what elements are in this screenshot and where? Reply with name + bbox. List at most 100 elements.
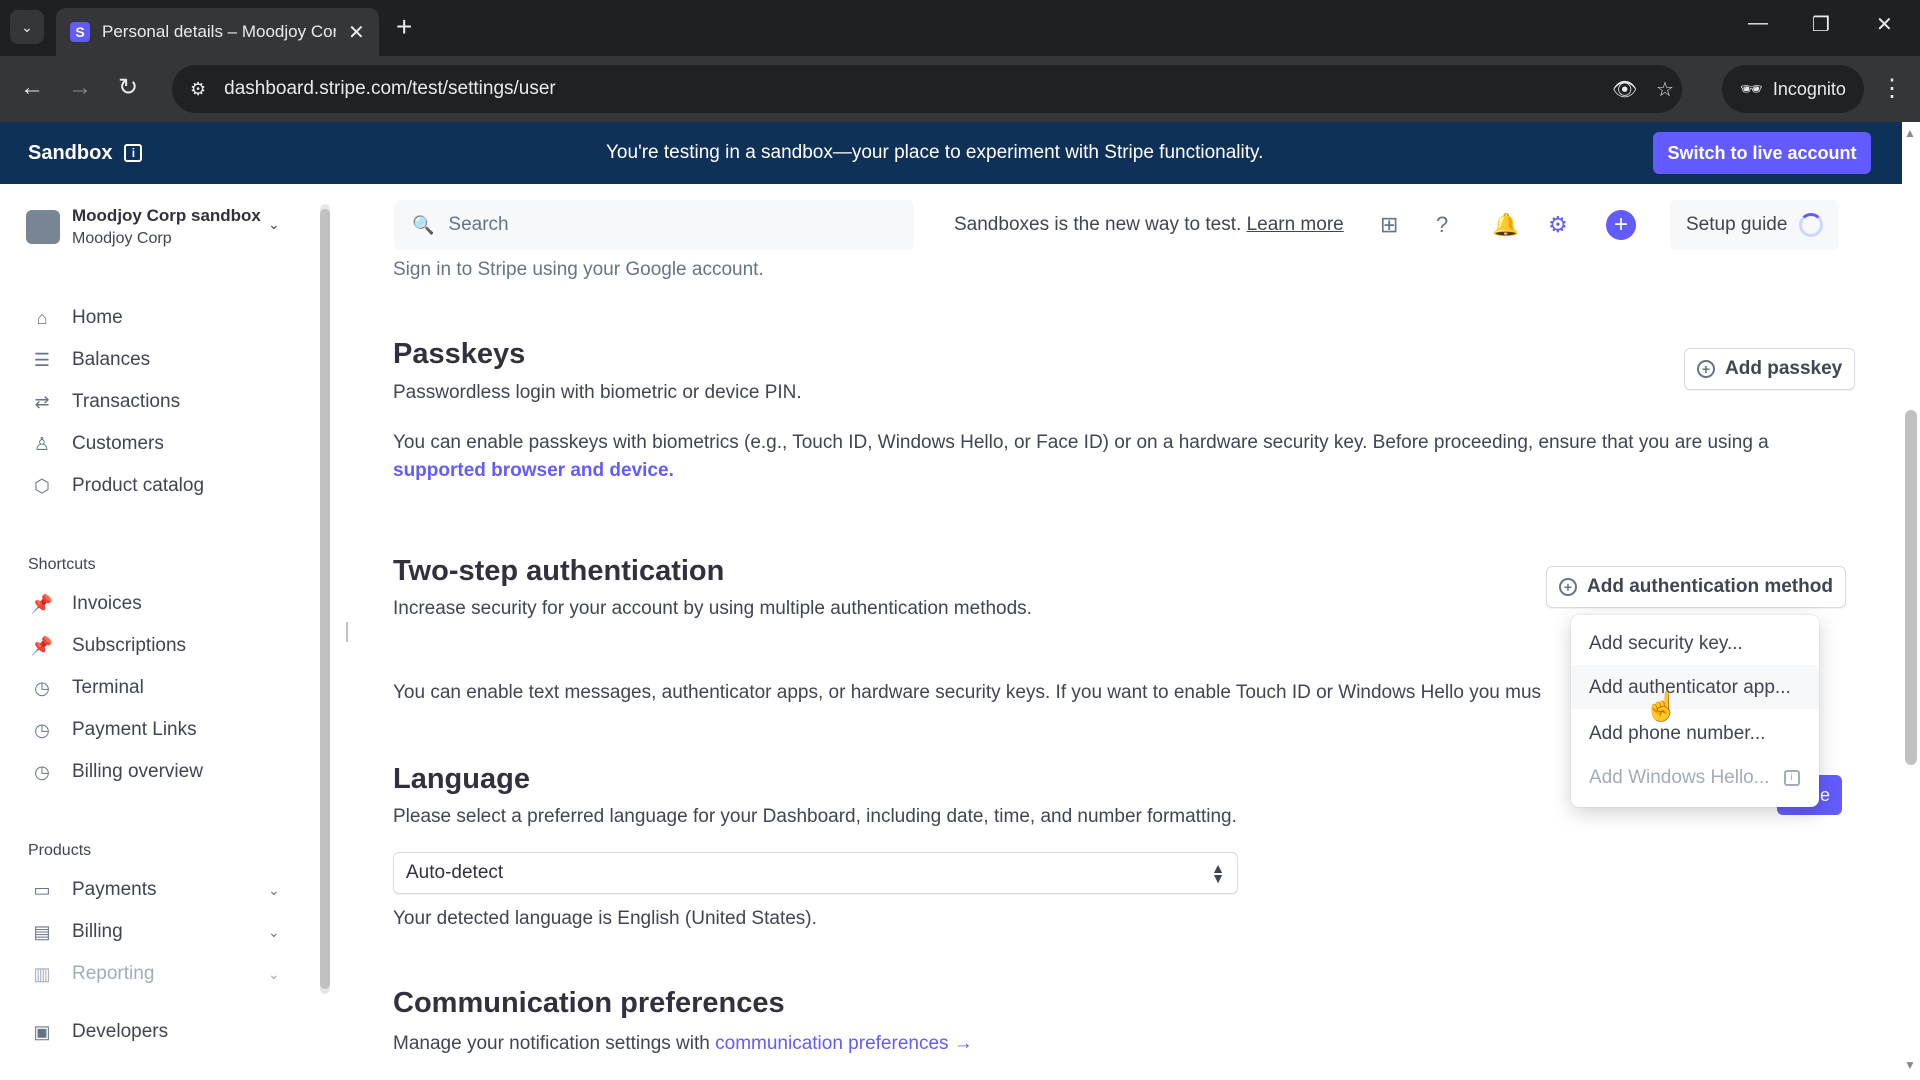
- menu-item-add-security-key[interactable]: Add security key...: [1589, 633, 1743, 655]
- billing-icon: ▤: [33, 921, 51, 942]
- apps-icon[interactable]: ⊞: [1380, 212, 1398, 238]
- info-icon[interactable]: i: [124, 144, 143, 162]
- sidebar-item-developers[interactable]: ▣ Developers: [30, 1018, 168, 1046]
- tab-title: Personal details – Moodjoy Cor: [102, 22, 336, 41]
- communication-text-label: Manage your notification settings with: [393, 1033, 710, 1054]
- back-icon[interactable]: ←: [20, 74, 44, 102]
- add-authentication-method-button[interactable]: + Add authentication method: [1546, 566, 1846, 608]
- scroll-up-icon[interactable]: ▲: [1904, 126, 1916, 140]
- site-info-icon[interactable]: ⚙: [190, 79, 206, 100]
- sidebar-item-label: Billing: [72, 921, 123, 942]
- chevron-down-icon[interactable]: ⌄: [268, 216, 280, 233]
- account-subtitle: Moodjoy Corp: [72, 230, 172, 247]
- products-label: Products: [28, 842, 92, 859]
- sandbox-title: Sandbox i: [28, 142, 143, 165]
- menu-item-add-authenticator-app[interactable]: Add authenticator app...: [1589, 677, 1791, 699]
- plus-circle-icon: +: [1697, 360, 1715, 378]
- sidebar-item-label: Invoices: [72, 593, 142, 614]
- star-icon[interactable]: ☆: [1656, 65, 1674, 113]
- payments-icon: ▭: [33, 879, 51, 900]
- add-passkey-button[interactable]: + Add passkey: [1684, 348, 1856, 390]
- auth-method-menu: Add security key... Add authenticator ap…: [1571, 615, 1819, 807]
- address-bar[interactable]: ⚙ dashboard.stripe.com/test/settings/use…: [172, 65, 1682, 113]
- sidebar-item-product-catalog[interactable]: ⬡ Product catalog: [30, 472, 204, 500]
- setup-guide-button[interactable]: Setup guide: [1670, 200, 1840, 250]
- tab-search-button[interactable]: ⌄: [10, 10, 44, 44]
- browser-tab[interactable]: S Personal details – Moodjoy Cor ✕: [56, 8, 379, 56]
- chevron-down-icon[interactable]: ⌄: [268, 924, 280, 941]
- bell-icon[interactable]: 🔔: [1492, 212, 1519, 238]
- stripe-favicon-icon: S: [70, 22, 90, 42]
- search-input[interactable]: 🔍 Search: [394, 200, 914, 250]
- incognito-indicator[interactable]: 🕶 Incognito: [1722, 65, 1864, 113]
- sidebar-scrollbar[interactable]: [320, 209, 330, 989]
- learn-more-link[interactable]: Learn more: [1247, 214, 1344, 235]
- sidebar-item-payments[interactable]: ▭ Payments: [30, 876, 156, 904]
- browser-menu-icon[interactable]: ⋮: [1880, 74, 1904, 103]
- balances-icon: ☰: [33, 349, 51, 370]
- google-signin-text: Sign in to Stripe using your Google acco…: [393, 259, 764, 280]
- sidebar: Moodjoy Corp sandbox Moodjoy Corp ⌄ ⌂ Hom…: [0, 184, 330, 1080]
- gear-icon[interactable]: ⚙: [1548, 212, 1568, 238]
- sidebar-item-payment-links[interactable]: ◷ Payment Links: [30, 716, 196, 744]
- add-passkey-label: Add passkey: [1725, 358, 1843, 379]
- chevron-down-icon[interactable]: ⌄: [268, 882, 280, 899]
- sidebar-item-transactions[interactable]: ⇄ Transactions: [30, 388, 180, 416]
- communication-text: Manage your notification settings with c…: [393, 1033, 973, 1055]
- sidebar-item-billing[interactable]: ▤ Billing: [30, 918, 123, 946]
- sidebar-item-balances[interactable]: ☰ Balances: [30, 346, 150, 374]
- setup-guide-label: Setup guide: [1686, 214, 1788, 235]
- language-title: Language: [393, 763, 530, 795]
- sidebar-resize-handle[interactable]: [346, 622, 348, 642]
- sidebar-item-invoices[interactable]: 📌 Invoices: [30, 590, 142, 618]
- sidebar-item-subscriptions[interactable]: 📌 Subscriptions: [30, 632, 186, 660]
- chevron-down-icon: ⌄: [21, 18, 33, 35]
- communication-preferences-link[interactable]: communication preferences →: [715, 1033, 973, 1054]
- eye-off-icon[interactable]: 👁: [1612, 65, 1637, 113]
- sidebar-item-home[interactable]: ⌂ Home: [30, 304, 123, 332]
- account-switcher[interactable]: Moodjoy Corp sandbox Moodjoy Corp: [26, 206, 261, 248]
- pin-icon: 📌: [30, 593, 54, 614]
- new-tab-button[interactable]: +: [396, 12, 412, 42]
- close-window-icon[interactable]: ✕: [1876, 12, 1893, 37]
- minimize-icon[interactable]: —: [1748, 12, 1768, 35]
- incognito-icon: 🕶: [1740, 78, 1763, 99]
- chevron-down-icon[interactable]: ⌄: [268, 966, 280, 983]
- account-avatar: [26, 210, 60, 244]
- search-placeholder: Search: [448, 214, 509, 235]
- passkeys-body: You can enable passkeys with biometrics …: [393, 432, 1769, 453]
- info-icon[interactable]: i: [1783, 769, 1800, 786]
- communication-title: Communication preferences: [393, 987, 785, 1019]
- plus-circle-icon: +: [1559, 578, 1577, 596]
- language-select[interactable]: Auto-detect ▲ ▼: [393, 852, 1238, 894]
- two-step-title: Two-step authentication: [393, 555, 725, 587]
- progress-ring-icon: [1799, 213, 1824, 237]
- supported-browser-link[interactable]: supported browser and device.: [393, 460, 674, 482]
- help-icon[interactable]: ?: [1436, 212, 1448, 238]
- sidebar-item-label: Customers: [72, 433, 164, 454]
- sidebar-item-label: Subscriptions: [72, 635, 187, 656]
- restore-icon[interactable]: ❐: [1812, 12, 1830, 37]
- tab-close-icon[interactable]: ✕: [348, 20, 365, 45]
- sidebar-item-reporting[interactable]: ▥ Reporting: [30, 960, 154, 988]
- search-icon: 🔍: [412, 214, 435, 235]
- sidebar-item-label: Balances: [72, 349, 151, 370]
- switch-to-live-button[interactable]: Switch to live account: [1653, 132, 1871, 174]
- select-arrows-icon: ▲ ▼: [1211, 860, 1225, 886]
- forward-icon[interactable]: →: [68, 74, 92, 102]
- menu-item-add-phone-number[interactable]: Add phone number...: [1589, 723, 1765, 745]
- sidebar-item-terminal[interactable]: ◷ Terminal: [30, 674, 144, 702]
- main-scrollbar[interactable]: [1905, 410, 1917, 765]
- language-subtitle: Please select a preferred language for y…: [393, 806, 1237, 827]
- sidebar-item-label: Payments: [72, 879, 157, 900]
- customers-icon: ♙: [33, 433, 51, 454]
- sidebar-item-customers[interactable]: ♙ Customers: [30, 430, 164, 458]
- scroll-down-icon[interactable]: ▼: [1904, 1058, 1916, 1072]
- reload-icon[interactable]: ↻: [118, 74, 138, 102]
- sidebar-item-billing-overview[interactable]: ◷ Billing overview: [30, 758, 203, 786]
- clock-icon: ◷: [34, 719, 50, 740]
- browser-toolbar: ← → ↻ ⚙ dashboard.stripe.com/test/settin…: [0, 56, 1920, 122]
- sidebar-item-label: Transactions: [72, 391, 181, 412]
- transactions-icon: ⇄: [34, 391, 50, 412]
- create-button[interactable]: +: [1606, 210, 1636, 240]
